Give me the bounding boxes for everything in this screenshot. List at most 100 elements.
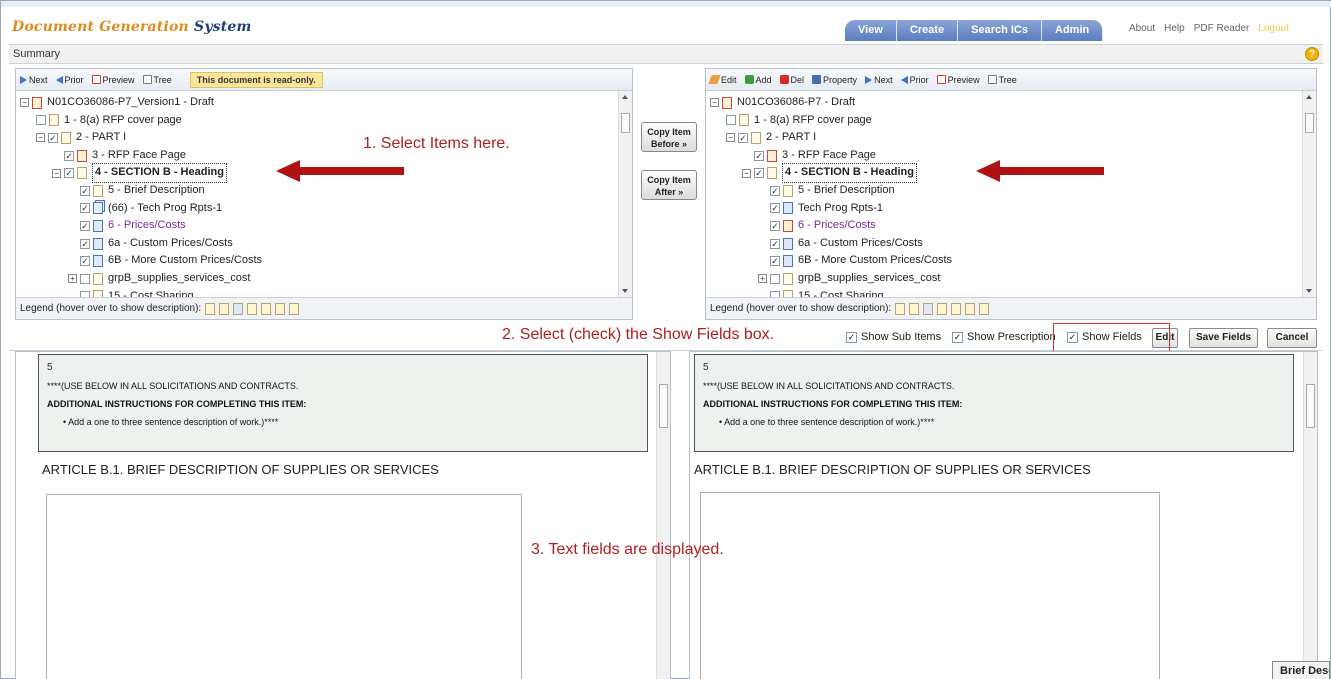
right-preview-button[interactable]: Preview xyxy=(936,75,980,85)
left-tree-button[interactable]: Tree xyxy=(142,75,172,85)
legend-lock-icon[interactable] xyxy=(979,302,990,315)
tree-node[interactable]: − N01CO36086-P7 - Draft xyxy=(710,94,1316,112)
tree-checkbox[interactable]: ✓ xyxy=(770,238,780,249)
scroll-thumb[interactable] xyxy=(659,384,668,428)
save-fields-button[interactable]: Save Fields xyxy=(1189,328,1258,348)
tree-node[interactable]: 1 - 8(a) RFP cover page xyxy=(20,112,632,130)
tree-node[interactable]: ✓ 6 - Prices/Costs xyxy=(710,217,1316,235)
collapse-icon[interactable]: − xyxy=(36,133,45,143)
legend-edit-icon[interactable] xyxy=(247,302,258,315)
legend-page-icon[interactable] xyxy=(205,302,216,315)
show-sub-items-toggle[interactable]: ✓ Show Sub Items xyxy=(846,331,941,343)
scroll-thumb[interactable] xyxy=(1305,113,1314,133)
tree-node[interactable]: ✓ 5 - Brief Description xyxy=(20,182,632,200)
collapse-icon[interactable]: − xyxy=(726,133,735,143)
help-link[interactable]: Help xyxy=(1164,23,1185,34)
tab-view[interactable]: View xyxy=(845,20,897,41)
legend-page-icon[interactable] xyxy=(895,302,906,315)
tree-checkbox[interactable]: ✓ xyxy=(80,256,90,267)
copy-item-before-button[interactable]: Copy Item Before » xyxy=(641,122,697,152)
legend-copy-icon[interactable] xyxy=(219,302,230,315)
pdf-reader-link[interactable]: PDF Reader xyxy=(1194,23,1250,34)
tree-checkbox[interactable]: ✓ xyxy=(80,185,90,196)
text-field[interactable] xyxy=(700,492,1160,679)
left-prior-button[interactable]: Prior xyxy=(55,75,84,85)
legend-warning-icon[interactable] xyxy=(965,302,976,315)
copy-item-after-button[interactable]: Copy Item After » xyxy=(641,170,697,200)
tree-checkbox[interactable]: ✓ xyxy=(738,132,748,143)
tree-node[interactable]: ✓ Tech Prog Rpts-1 xyxy=(710,200,1316,218)
tree-checkbox[interactable]: ✓ xyxy=(64,168,74,179)
about-link[interactable]: About xyxy=(1129,23,1155,34)
delete-button[interactable]: Del xyxy=(779,75,804,85)
tree-node[interactable]: 1 - 8(a) RFP cover page xyxy=(710,112,1316,130)
tab-create[interactable]: Create xyxy=(896,20,959,41)
show-sub-items-checkbox[interactable]: ✓ xyxy=(846,331,857,343)
tree-checkbox[interactable]: ✓ xyxy=(770,185,780,196)
tree-checkbox[interactable] xyxy=(80,273,90,284)
tree-node[interactable]: ✓ 6a - Custom Prices/Costs xyxy=(710,235,1316,253)
edit-button[interactable]: Edit xyxy=(708,75,737,85)
right-content-scrollbar[interactable] xyxy=(1303,352,1317,679)
tab-search-ics[interactable]: Search ICs xyxy=(958,20,1042,41)
text-field[interactable] xyxy=(46,494,522,679)
tree-node[interactable]: + grpB_supplies_services_cost xyxy=(20,270,632,288)
show-prescription-toggle[interactable]: ✓ Show Prescription xyxy=(952,331,1056,343)
left-preview-button[interactable]: Preview xyxy=(91,75,135,85)
legend-custom-icon[interactable] xyxy=(923,302,934,315)
legend-note-icon[interactable] xyxy=(951,302,962,315)
tree-checkbox[interactable]: ✓ xyxy=(770,220,780,231)
tree-checkbox[interactable]: ✓ xyxy=(80,220,90,231)
scroll-up-icon[interactable] xyxy=(1306,95,1312,99)
logout-link[interactable]: Logout xyxy=(1258,23,1289,34)
collapse-icon[interactable]: − xyxy=(52,168,61,178)
expand-icon[interactable]: + xyxy=(758,274,767,284)
tree-node[interactable]: ✓ 6 - Prices/Costs xyxy=(20,217,632,235)
cancel-button[interactable]: Cancel xyxy=(1267,328,1317,348)
collapse-icon[interactable]: − xyxy=(710,98,719,108)
tree-node[interactable]: ✓ 6B - More Custom Prices/Costs xyxy=(710,252,1316,270)
tree-checkbox[interactable] xyxy=(36,115,46,126)
right-prior-button[interactable]: Prior xyxy=(900,75,929,85)
tree-node[interactable]: ✓ 3 - RFP Face Page xyxy=(710,147,1316,165)
legend-lock-icon[interactable] xyxy=(289,302,300,315)
left-next-button[interactable]: Next xyxy=(20,75,48,85)
tab-admin[interactable]: Admin xyxy=(1042,20,1104,41)
scroll-thumb[interactable] xyxy=(1306,384,1315,428)
tree-node[interactable]: − ✓ 2 - PART I xyxy=(710,129,1316,147)
legend-warning-icon[interactable] xyxy=(275,302,286,315)
legend-edit-icon[interactable] xyxy=(937,302,948,315)
tree-node[interactable]: − N01CO36086-P7_Version1 - Draft xyxy=(20,94,632,112)
tree-checkbox[interactable] xyxy=(770,273,780,284)
left-tree-scrollbar[interactable] xyxy=(618,91,632,297)
tree-checkbox[interactable]: ✓ xyxy=(48,132,58,143)
tree-node[interactable]: ✓ (66) - Tech Prog Rpts-1 xyxy=(20,200,632,218)
tree-node[interactable]: ✓ 5 - Brief Description xyxy=(710,182,1316,200)
collapse-icon[interactable]: − xyxy=(742,168,751,178)
collapse-icon[interactable]: − xyxy=(20,98,29,108)
help-icon[interactable]: ? xyxy=(1305,47,1319,61)
tree-node[interactable]: ✓ 6a - Custom Prices/Costs xyxy=(20,235,632,253)
tree-checkbox[interactable]: ✓ xyxy=(64,150,74,161)
property-button[interactable]: Property xyxy=(812,75,857,85)
legend-copy-icon[interactable] xyxy=(909,302,920,315)
tree-checkbox[interactable]: ✓ xyxy=(770,203,780,214)
tree-checkbox[interactable]: ✓ xyxy=(754,168,764,179)
tree-checkbox[interactable]: ✓ xyxy=(770,256,780,267)
legend-custom-icon[interactable] xyxy=(233,302,244,315)
tree-checkbox[interactable]: ✓ xyxy=(80,238,90,249)
show-prescription-checkbox[interactable]: ✓ xyxy=(952,331,963,343)
tree-node[interactable]: ✓ 3 - RFP Face Page xyxy=(20,147,632,165)
expand-icon[interactable]: + xyxy=(68,274,77,284)
add-button[interactable]: Add xyxy=(744,75,772,85)
right-next-button[interactable]: Next xyxy=(865,75,893,85)
scroll-down-icon[interactable] xyxy=(622,289,628,293)
scroll-thumb[interactable] xyxy=(621,113,630,133)
left-content-scrollbar[interactable] xyxy=(656,352,670,679)
scroll-down-icon[interactable] xyxy=(1306,289,1312,293)
tree-checkbox[interactable]: ✓ xyxy=(80,203,90,214)
tree-node[interactable]: + grpB_supplies_services_cost xyxy=(710,270,1316,288)
tree-checkbox[interactable] xyxy=(726,115,736,126)
tree-node[interactable]: ✓ 6B - More Custom Prices/Costs xyxy=(20,252,632,270)
right-tree-button[interactable]: Tree xyxy=(987,75,1017,85)
